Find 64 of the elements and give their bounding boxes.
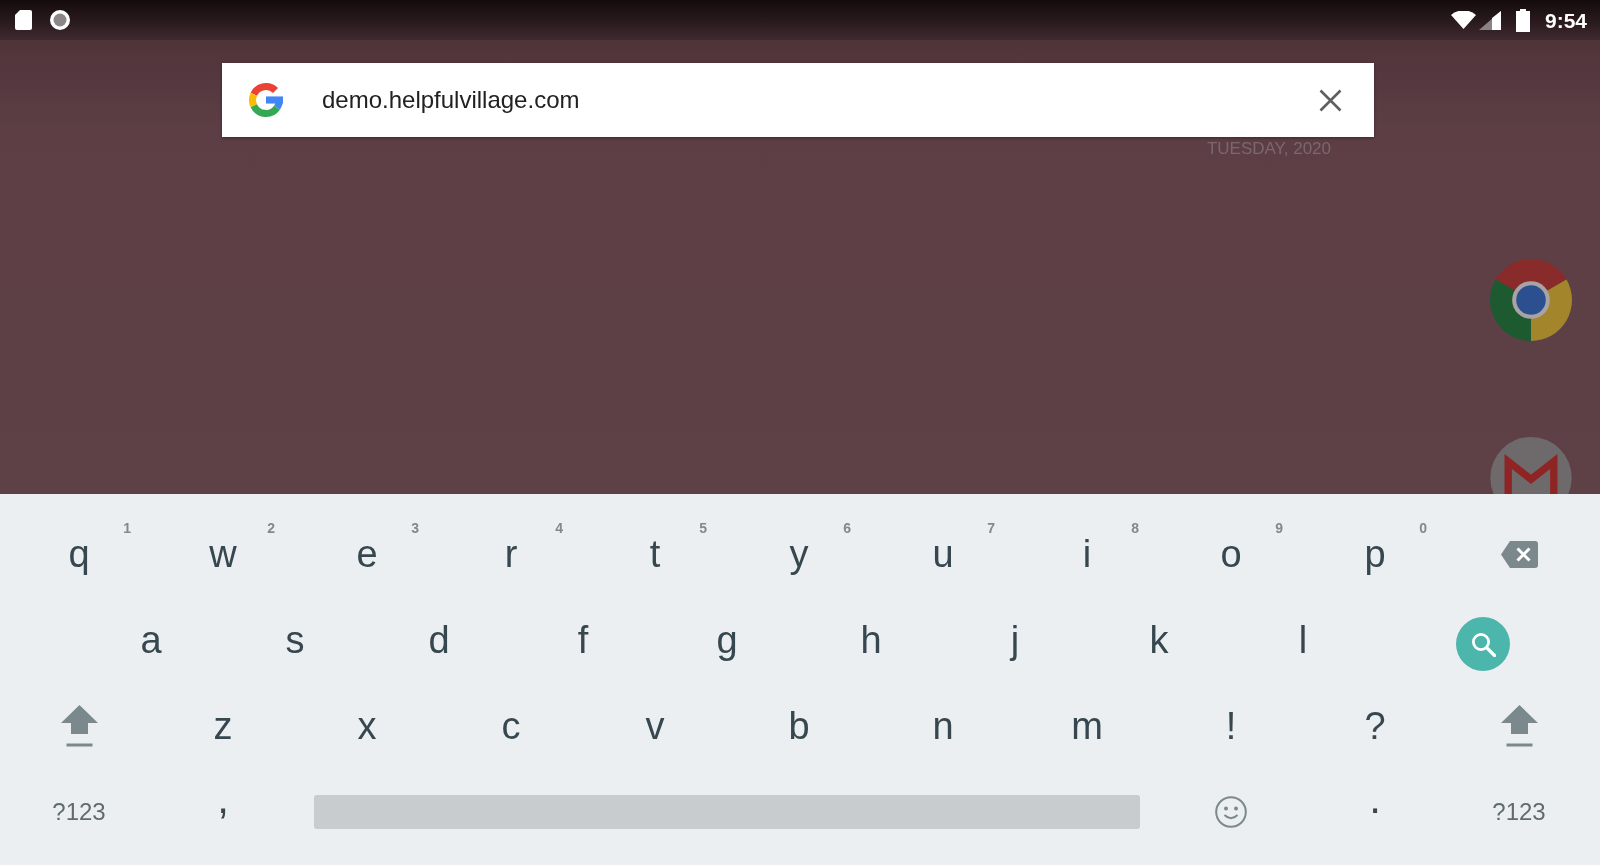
symbols-key[interactable]: ?123 [1492, 800, 1546, 824]
shift-key[interactable] [1500, 705, 1538, 747]
number-hint: 1 [123, 521, 131, 535]
number-hint: 3 [411, 521, 419, 535]
ring-icon [50, 10, 70, 30]
search-field[interactable]: demo.helpfulvillage.com [322, 83, 1299, 117]
keyboard-key[interactable]: g [716, 621, 738, 659]
keyboard-key[interactable]: r [504, 535, 518, 573]
keyboard-key[interactable]: e [356, 535, 378, 573]
keyboard-key[interactable]: k [1149, 621, 1169, 659]
keyboard-key[interactable]: c [501, 707, 521, 745]
number-hint: 8 [1131, 521, 1139, 535]
shift-icon [1500, 705, 1538, 747]
search-bar[interactable]: demo.helpfulvillage.com [222, 63, 1374, 137]
shift-key[interactable] [60, 705, 98, 747]
keyboard-key[interactable]: m [1071, 707, 1103, 745]
number-hint: 2 [267, 521, 275, 535]
keyboard-key[interactable]: ! [1225, 707, 1237, 745]
number-hint: 4 [555, 521, 563, 535]
keyboard-key[interactable]: f [577, 621, 589, 659]
keyboard-key[interactable]: n [932, 707, 954, 745]
punctuation-key[interactable]: . [1369, 778, 1381, 820]
number-hint: 0 [1419, 521, 1427, 535]
number-hint: 5 [699, 521, 707, 535]
keyboard-key[interactable]: j [1010, 621, 1020, 659]
keyboard-key[interactable]: u [932, 535, 954, 573]
backspace-icon [1500, 540, 1538, 568]
number-hint: 7 [987, 521, 995, 535]
keyboard-key[interactable]: b [788, 707, 810, 745]
signal-icon [1478, 10, 1501, 30]
smiley-icon [1215, 796, 1247, 828]
keyboard-key[interactable]: t [649, 535, 661, 573]
app-icon[interactable] [1490, 259, 1572, 341]
number-hint: 6 [843, 521, 851, 535]
keyboard-key[interactable]: a [140, 621, 162, 659]
keyboard-key[interactable]: s [285, 621, 305, 659]
keyboard-key[interactable]: l [1298, 621, 1308, 659]
wifi-icon [1450, 11, 1476, 29]
punctuation-key[interactable]: , [217, 778, 229, 820]
symbols-key[interactable]: ?123 [52, 800, 106, 824]
g-logo-icon [247, 81, 285, 119]
close-button[interactable] [1319, 88, 1342, 112]
sd-card-icon [15, 10, 32, 30]
keyboard-key[interactable]: y [789, 535, 809, 573]
keyboard-key[interactable]: d [428, 621, 450, 659]
keyboard-key[interactable]: q [68, 535, 90, 573]
battery-icon [1515, 8, 1530, 32]
keyboard-key[interactable]: z [213, 707, 233, 745]
search-icon [1470, 631, 1496, 657]
keyboard-key[interactable]: v [645, 707, 665, 745]
keyboard-key[interactable]: p [1364, 535, 1386, 573]
emoji-key[interactable] [1215, 796, 1247, 828]
keyboard-key[interactable]: o [1220, 535, 1242, 573]
keyboard-key[interactable]: ? [1364, 707, 1386, 745]
keyboard-key[interactable]: x [357, 707, 377, 745]
keyboard-key[interactable]: w [209, 535, 237, 573]
backspace-key[interactable] [1500, 540, 1538, 568]
shift-icon [60, 705, 98, 747]
status-time: 9:54 [1544, 9, 1587, 31]
close-icon [1319, 88, 1342, 112]
number-hint: 9 [1275, 521, 1283, 535]
keyboard-key[interactable]: h [860, 621, 882, 659]
search-key[interactable] [1456, 617, 1510, 671]
keyboard-key[interactable]: i [1082, 535, 1092, 573]
